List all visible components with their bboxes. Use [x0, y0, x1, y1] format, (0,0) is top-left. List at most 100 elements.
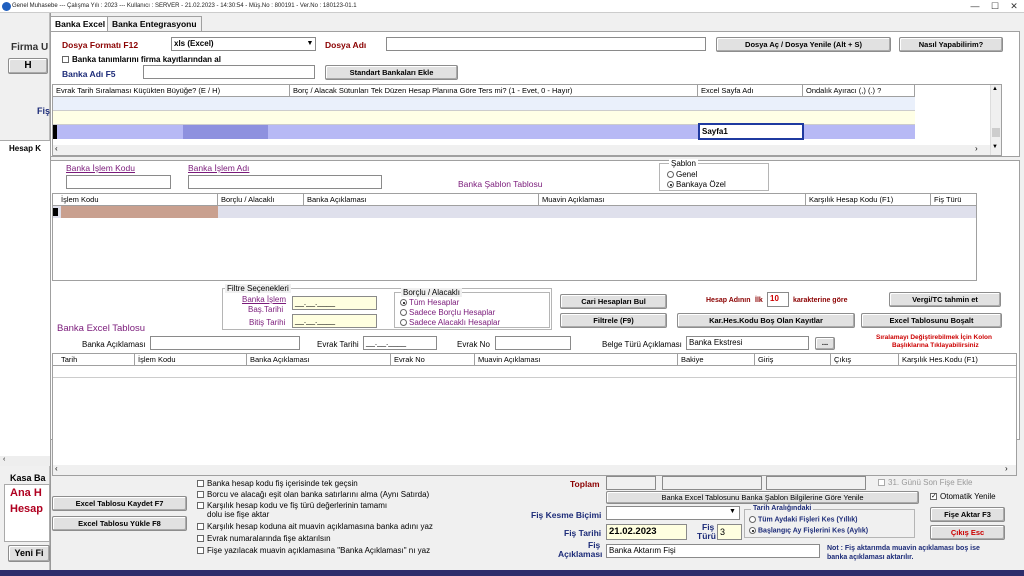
opt-muavin[interactable]: Fişe yazılacak muavin açıklamasına "Bank…: [197, 546, 430, 555]
taskbar-strip: [0, 570, 1024, 576]
firma-checkbox[interactable]: Banka tanımlarını firma kayıtlarından al: [62, 55, 221, 64]
excel-col-islem-kodu[interactable]: İşlem Kodu: [135, 354, 247, 366]
fise-aktar-button[interactable]: Fişe Aktar F3: [930, 507, 1005, 522]
settings-col-sayfa[interactable]: Excel Sayfa Adı: [698, 85, 803, 97]
excel-grid: Tarih İşlem Kodu Banka Açıklaması Evrak …: [52, 353, 1017, 476]
dosya-adi-input[interactable]: [386, 37, 706, 51]
scroll-right-icon[interactable]: ›: [1005, 464, 1008, 473]
settings-horizontal-scrollbar[interactable]: [53, 145, 990, 155]
evrak-tarihi-input[interactable]: __.__.____: [363, 336, 437, 350]
sablon-col-kod[interactable]: İşlem Kodu: [53, 194, 218, 206]
fis-aciklama-input[interactable]: Banka Aktarım Fişi: [606, 544, 820, 558]
sablon-refresh-button[interactable]: Banka Excel Tablosunu Banka Şablon Bilgi…: [606, 491, 919, 504]
bg-yeni-button[interactable]: Yeni Fi: [8, 545, 50, 562]
son-fise-checkbox[interactable]: 31. Günü Son Fişe Ekle: [878, 478, 973, 487]
excel-horizontal-scrollbar[interactable]: [53, 465, 1016, 475]
opt-borclu-radio[interactable]: Sadece Borçlu Hesaplar: [400, 308, 495, 317]
islem-adi-input[interactable]: [188, 175, 382, 189]
selected-cell[interactable]: [61, 206, 218, 218]
open-file-button[interactable]: Dosya Aç / Dosya Yenile (Alt + S): [716, 37, 891, 52]
sablon-ozel-radio[interactable]: Bankaya Özel: [667, 180, 726, 189]
tab-banka-entegrasyonu[interactable]: Banka Entegrasyonu: [107, 16, 202, 32]
opt-tek-gecsin-label: Banka hesap kodu fiş içerisinde tek geçs…: [207, 479, 358, 488]
fis-tarihi-input[interactable]: 21.02.2023: [606, 524, 687, 540]
opt-tek-gecsin[interactable]: Banka hesap kodu fiş içerisinde tek geçs…: [197, 479, 358, 488]
excel-col-muavin[interactable]: Muavin Açıklaması: [475, 354, 678, 366]
belge-turu-browse-button[interactable]: ...: [815, 337, 835, 350]
aciklama-input[interactable]: [150, 336, 300, 350]
excel-bosalt-button[interactable]: Excel Tablosunu Boşalt: [861, 313, 1002, 328]
banka-adi-input[interactable]: [143, 65, 315, 79]
tarih-aylik-radio[interactable]: Başlangıç Ay Fişlerini Kes (Aylık): [749, 527, 868, 534]
settings-col-ondalik[interactable]: Ondalık Ayıracı (,) (.) ?: [803, 85, 915, 97]
excel-col-giris[interactable]: Giriş: [755, 354, 831, 366]
opt-dolu-ise[interactable]: Karşılık hesap kodu ve fiş türü değerler…: [197, 501, 387, 510]
opt-banka-adi[interactable]: Karşılık hesap koduna ait muavin açıklam…: [197, 522, 433, 531]
checkbox-icon: [62, 56, 69, 64]
excel-col-banka-aciklamasi[interactable]: Banka Açıklaması: [247, 354, 391, 366]
tab-banka-excel[interactable]: Banka Excel: [50, 16, 111, 32]
otomatik-yenile-checkbox[interactable]: Otomatik Yenile: [930, 492, 996, 501]
tarih-group-label: Tarih Aralığındaki: [751, 505, 814, 512]
standart-bankalar-button[interactable]: Standart Bankaları Ekle: [325, 65, 458, 80]
checkbox-icon: [930, 493, 937, 501]
opt-all-radio[interactable]: Tüm Hesaplar: [400, 298, 459, 307]
scroll-right-icon[interactable]: ›: [975, 144, 978, 153]
sablon-col-karsilik[interactable]: Karşılık Hesap Kodu (F1): [806, 194, 931, 206]
close-icon[interactable]: ✕: [1005, 0, 1023, 13]
fis-aciklama-label-2: Açıklaması: [558, 549, 603, 559]
tarih-yillik-radio[interactable]: Tüm Aydaki Fişleri Kes (Yıllık): [749, 516, 857, 523]
scroll-down-icon[interactable]: ▼: [992, 144, 998, 150]
excel-yukle-button[interactable]: Excel Tablosu Yükle F8: [52, 516, 187, 531]
format-select[interactable]: xls (Excel): [171, 37, 316, 51]
fis-turu-input[interactable]: 3: [717, 524, 742, 540]
bas-tarihi-input[interactable]: __.__.____: [292, 296, 377, 310]
radio-icon: [400, 299, 407, 307]
excel-col-cikis[interactable]: Çıkış: [831, 354, 899, 366]
bitis-tarihi-input[interactable]: __.__.____: [292, 314, 377, 328]
scroll-left-icon[interactable]: ‹: [55, 464, 58, 473]
chevron-down-icon[interactable]: ▼: [729, 508, 736, 515]
settings-col-borc[interactable]: Borç / Alacak Sütunları Tek Düzen Hesap …: [290, 85, 698, 97]
checkbox-icon: [878, 479, 885, 487]
vergi-tahmin-button[interactable]: Vergi/TC tahmin et: [889, 292, 1001, 307]
sablon-col-muavin[interactable]: Muavin Açıklaması: [539, 194, 806, 206]
scroll-left-icon[interactable]: ‹: [55, 144, 58, 153]
sablon-col-banka[interactable]: Banka Açıklaması: [304, 194, 539, 206]
opt-evrak-no[interactable]: Evrak numaralarında fişe aktarılsın: [197, 534, 331, 543]
opt-esit-satir-label: Borcu ve alacağı eşit olan banka satırla…: [207, 490, 430, 499]
sablon-col-borclu[interactable]: Borçlu / Alacaklı: [218, 194, 304, 206]
table-row[interactable]: [53, 366, 1016, 378]
settings-col-tarih[interactable]: Evrak Tarih Sıralaması Küçükten Büyüğe? …: [53, 85, 290, 97]
scroll-up-icon[interactable]: ▲: [992, 86, 998, 92]
table-row[interactable]: [53, 97, 915, 111]
excel-col-evrak-no[interactable]: Evrak No: [391, 354, 475, 366]
sheet-name-input[interactable]: Sayfa1: [698, 123, 804, 140]
minimize-icon[interactable]: —: [966, 0, 984, 13]
cikis-button[interactable]: Çıkış Esc: [930, 525, 1005, 540]
maximize-icon[interactable]: ☐: [986, 0, 1004, 13]
islem-kodu-input[interactable]: [66, 175, 171, 189]
belge-turu-input[interactable]: Banka Ekstresi: [686, 336, 809, 350]
bg-scroll-left-icon[interactable]: ‹: [0, 456, 50, 466]
cari-hesaplar-button[interactable]: Cari Hesapları Bul: [560, 294, 667, 309]
opt-borclu-label: Sadece Borçlu Hesaplar: [409, 308, 496, 317]
howto-button[interactable]: Nasıl Yapabilirim?: [899, 37, 1003, 52]
evrak-no-input[interactable]: [495, 336, 571, 350]
sablon-genel-radio[interactable]: Genel: [667, 170, 697, 179]
selected-cell[interactable]: [183, 125, 268, 139]
ilk-karakter-input[interactable]: 10: [767, 292, 789, 307]
sablon-col-fis-turu[interactable]: Fiş Türü: [931, 194, 976, 206]
excel-col-karsilik[interactable]: Karşılık Hes.Kodu (F1): [899, 354, 1016, 366]
excel-col-bakiye[interactable]: Bakiye: [678, 354, 755, 366]
opt-alacakli-radio[interactable]: Sadece Alacaklı Hesaplar: [400, 318, 500, 327]
opt-esit-satir[interactable]: Borcu ve alacağı eşit olan banka satırla…: [197, 490, 429, 499]
karhes-bos-button[interactable]: Kar.Hes.Kodu Boş Olan Kayıtlar: [677, 313, 855, 328]
excel-col-tarih[interactable]: Tarih: [53, 354, 135, 366]
filtrele-button[interactable]: Filtrele (F9): [560, 313, 667, 328]
bg-h-button[interactable]: H: [8, 58, 48, 74]
chevron-down-icon[interactable]: ▼: [305, 38, 315, 50]
excel-kaydet-button[interactable]: Excel Tablosu Kaydet F7: [52, 496, 187, 511]
kesme-select[interactable]: [606, 506, 740, 520]
scroll-thumb[interactable]: [992, 128, 1000, 137]
